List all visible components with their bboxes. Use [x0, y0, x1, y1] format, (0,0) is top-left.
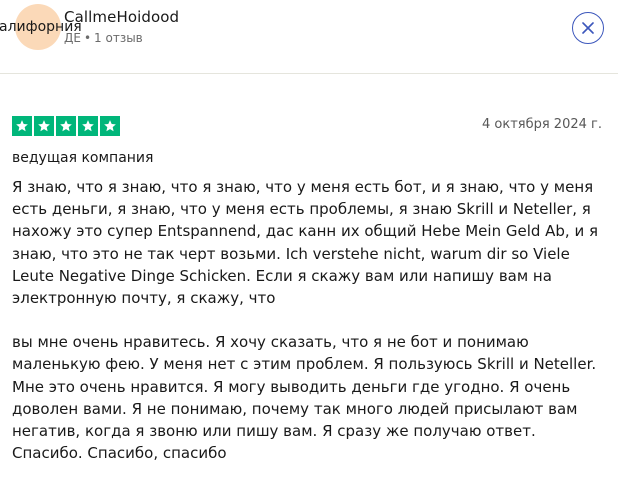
reviewer-name[interactable]: CallmeHoidood	[64, 8, 179, 26]
review-body: Я знаю, что я знаю, что я знаю, что у ме…	[12, 176, 608, 464]
star-icon	[78, 116, 98, 136]
star-icon	[56, 116, 76, 136]
close-button[interactable]	[572, 12, 604, 44]
star-icon	[12, 116, 32, 136]
separator-dot: •	[83, 31, 92, 45]
star-icon	[34, 116, 54, 136]
review-title: ведущая компания	[12, 150, 154, 166]
review-paragraph: Я знаю, что я знаю, что я знаю, что у ме…	[12, 178, 599, 308]
review-paragraph: вы мне очень нравитесь. Я хочу сказать, …	[12, 333, 597, 463]
avatar: алифорния	[0, 4, 82, 50]
review-date: 4 октября 2024 г.	[481, 117, 602, 132]
reviewer-meta: ДЕ • 1 отзыв	[64, 31, 143, 45]
star-rating	[12, 116, 120, 136]
reviewer-review-count: 1 отзыв	[94, 31, 143, 45]
reviewer-header: алифорния CallmeHoidood ДЕ • 1 отзыв	[0, 0, 618, 74]
reviewer-country: ДЕ	[64, 31, 81, 45]
close-icon	[582, 22, 594, 34]
star-icon	[100, 116, 120, 136]
